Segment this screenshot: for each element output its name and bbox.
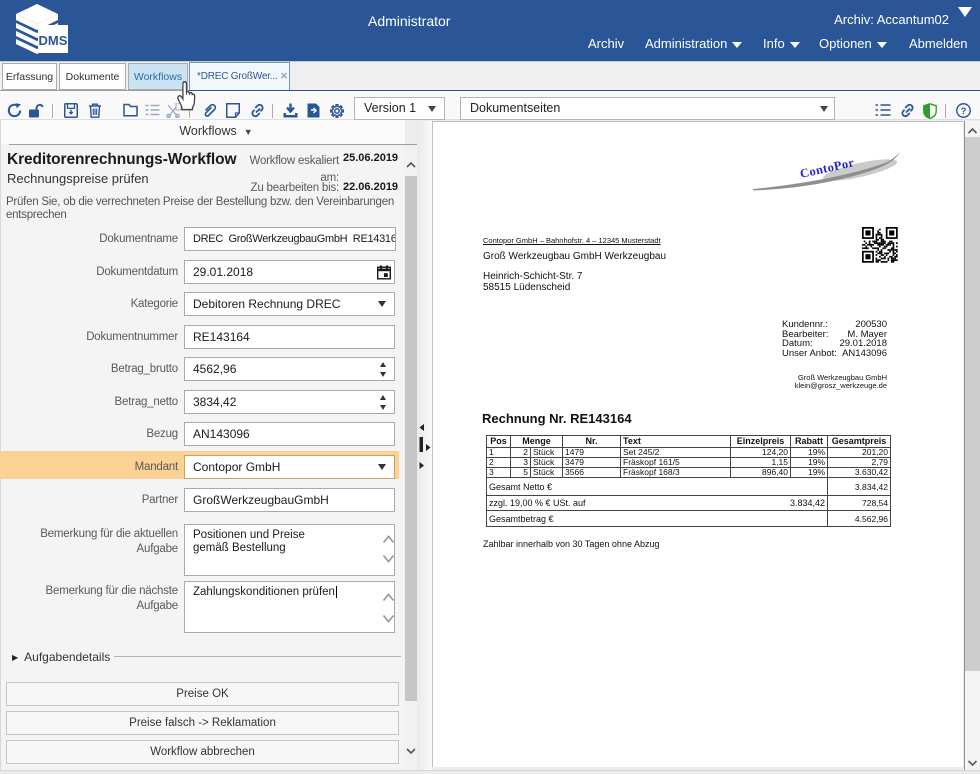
svg-text:DMS: DMS xyxy=(39,33,68,48)
svg-text:?: ? xyxy=(961,106,967,117)
